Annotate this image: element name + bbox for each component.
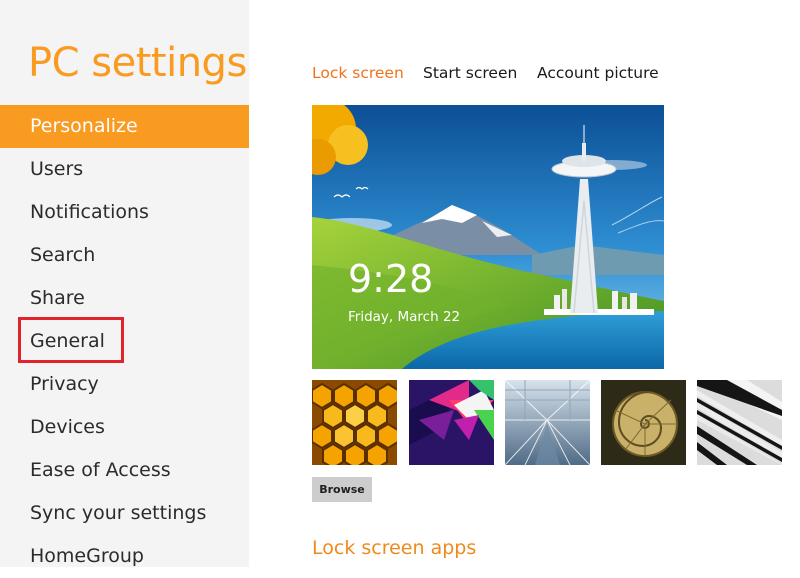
- sidebar-item-privacy[interactable]: Privacy: [0, 363, 249, 406]
- tab-account-picture[interactable]: Account picture: [537, 62, 659, 84]
- lock-screen-time: 9:28: [348, 257, 434, 301]
- lock-screen-thumbnail-geometric[interactable]: [409, 380, 494, 465]
- lock-screen-background-image: [312, 105, 664, 369]
- lock-screen-thumbnail-honeycomb[interactable]: [312, 380, 397, 465]
- lock-screen-thumbnail-piano[interactable]: [697, 380, 782, 465]
- tab-lock-screen[interactable]: Lock screen: [312, 62, 404, 84]
- sidebar: PC settings Personalize Users Notificati…: [0, 0, 249, 567]
- lock-screen-thumbnail-tunnel[interactable]: [505, 380, 590, 465]
- lock-screen-preview: 9:28 Friday, March 22: [312, 105, 664, 369]
- sidebar-item-sync-your-settings[interactable]: Sync your settings: [0, 492, 249, 535]
- lock-screen-date: Friday, March 22: [348, 309, 461, 325]
- browse-button[interactable]: Browse: [312, 477, 372, 502]
- tab-start-screen[interactable]: Start screen: [423, 62, 517, 84]
- sidebar-item-notifications[interactable]: Notifications: [0, 191, 249, 234]
- sidebar-item-share[interactable]: Share: [0, 277, 249, 320]
- sidebar-item-ease-of-access[interactable]: Ease of Access: [0, 449, 249, 492]
- sidebar-item-search[interactable]: Search: [0, 234, 249, 277]
- sidebar-item-devices[interactable]: Devices: [0, 406, 249, 449]
- sidebar-item-users[interactable]: Users: [0, 148, 249, 191]
- lock-screen-apps-heading: Lock screen apps: [312, 537, 477, 559]
- lock-screen-thumbnail-nautilus[interactable]: [601, 380, 686, 465]
- sidebar-item-general[interactable]: General: [0, 320, 249, 363]
- sidebar-item-homegroup[interactable]: HomeGroup: [0, 535, 249, 578]
- sidebar-item-personalize[interactable]: Personalize: [0, 105, 249, 148]
- app-title: PC settings: [28, 40, 247, 86]
